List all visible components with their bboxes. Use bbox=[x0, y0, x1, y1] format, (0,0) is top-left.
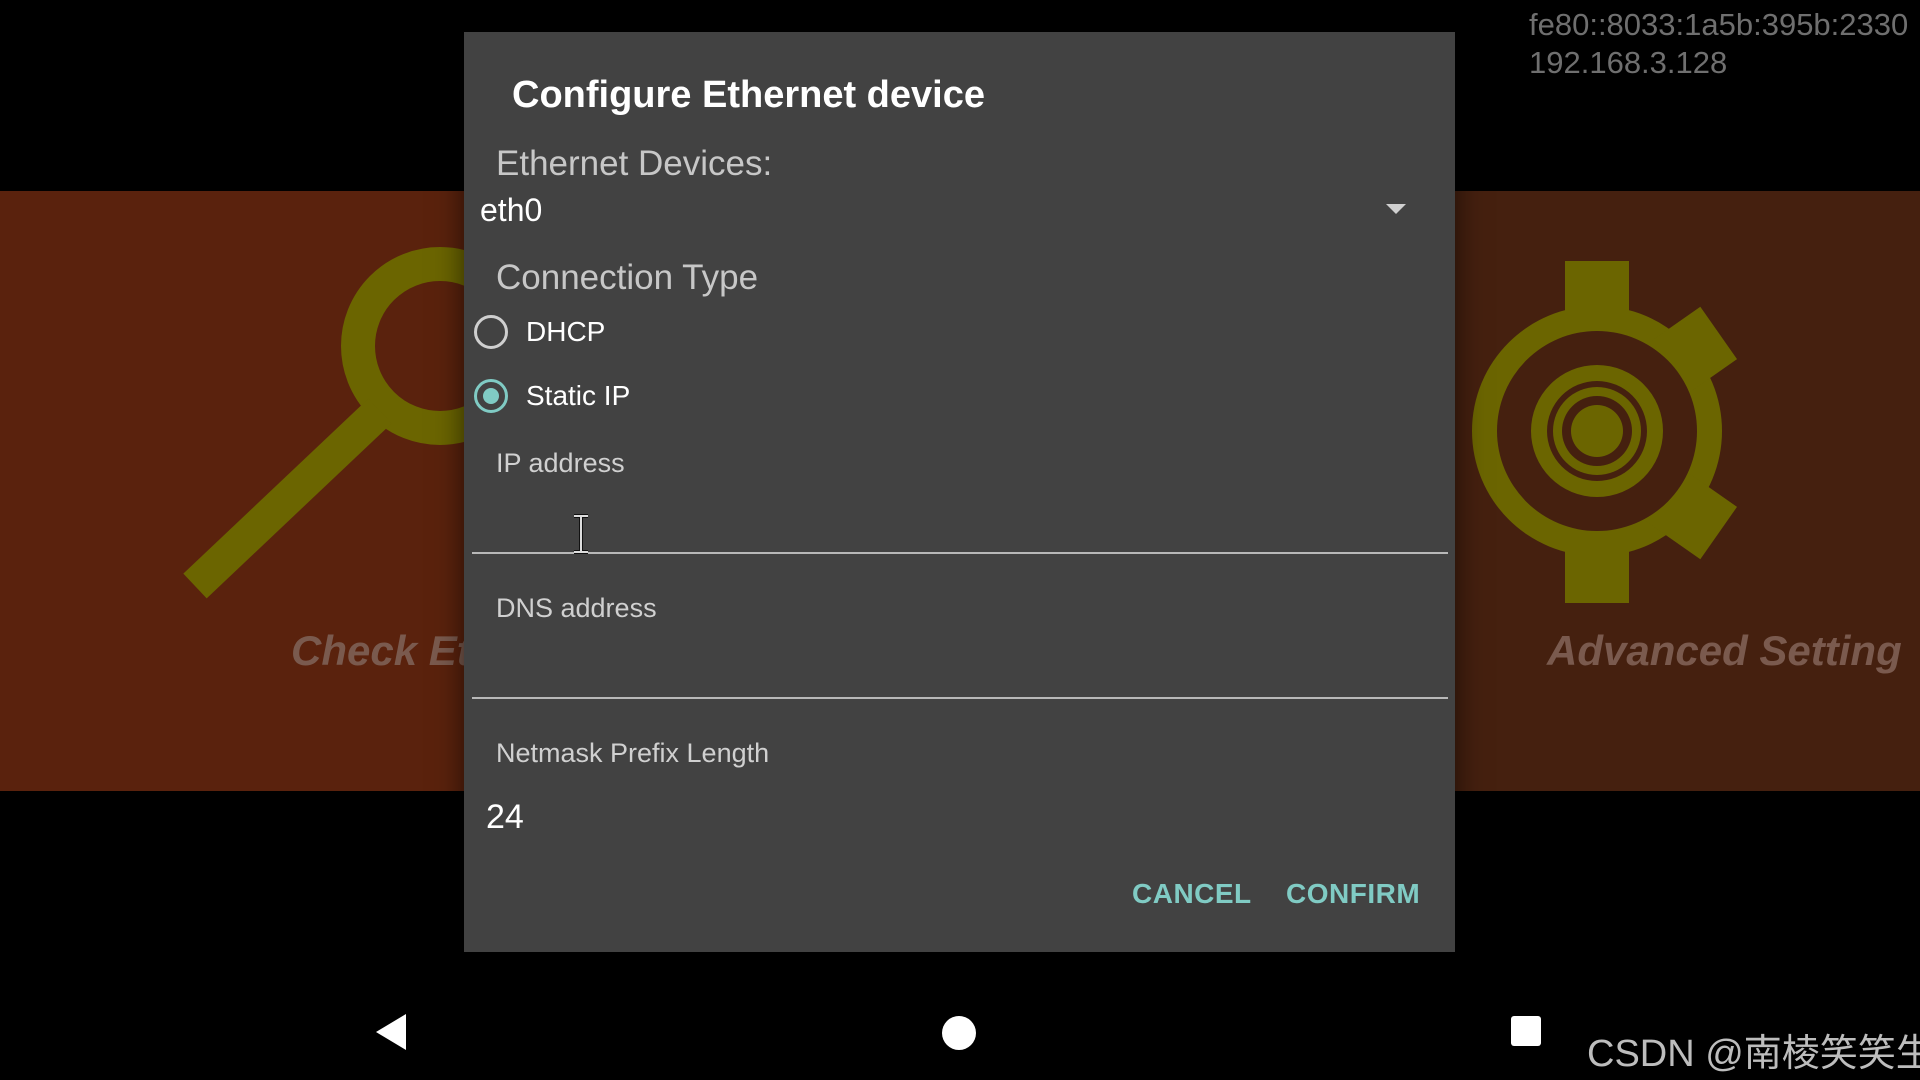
watermark: CSDN @南棱笑笑生 bbox=[1587, 1033, 1920, 1075]
netmask-label: Netmask Prefix Length bbox=[496, 738, 770, 768]
netmask-input[interactable] bbox=[472, 787, 1448, 847]
home-icon[interactable] bbox=[942, 1016, 976, 1050]
advanced-setting-card[interactable]: Advanced Setting bbox=[1455, 191, 1920, 791]
dropdown-arrow-icon[interactable] bbox=[1386, 204, 1406, 214]
radio-checked-icon[interactable] bbox=[474, 379, 508, 413]
recents-icon[interactable] bbox=[1511, 1016, 1541, 1046]
check-ethernet-label: Check Eth bbox=[291, 627, 465, 674]
text-cursor-icon bbox=[574, 514, 588, 554]
dialog-title: Configure Ethernet device bbox=[512, 74, 985, 116]
ipv6-address: fe80::8033:1a5b:395b:2330 bbox=[1529, 7, 1909, 42]
gear-icon bbox=[1472, 261, 1738, 603]
magnifier-icon bbox=[183, 247, 465, 599]
ip-address-label: IP address bbox=[496, 448, 625, 478]
ethernet-device-spinner[interactable]: eth0 bbox=[472, 178, 1432, 242]
radio-dhcp-label: DHCP bbox=[526, 316, 606, 347]
radio-static-ip[interactable]: Static IP bbox=[474, 368, 630, 424]
confirm-button[interactable]: CONFIRM bbox=[1286, 878, 1420, 910]
ip-info: fe80::8033:1a5b:395b:2330 192.168.3.128 bbox=[1529, 6, 1908, 82]
ip-address-input[interactable] bbox=[472, 494, 1448, 554]
radio-unchecked-icon[interactable] bbox=[474, 315, 508, 349]
ipv4-address: 192.168.3.128 bbox=[1529, 45, 1728, 80]
dns-address-label: DNS address bbox=[496, 593, 657, 623]
configure-ethernet-dialog: Configure Ethernet device Ethernet Devic… bbox=[464, 32, 1455, 952]
advanced-setting-label: Advanced Setting bbox=[1547, 627, 1902, 674]
radio-dhcp[interactable]: DHCP bbox=[474, 304, 605, 360]
screen: fe80::8033:1a5b:395b:2330 192.168.3.128 … bbox=[0, 0, 1920, 1080]
back-icon[interactable] bbox=[376, 1014, 406, 1050]
ethernet-device-value: eth0 bbox=[480, 191, 543, 228]
cancel-button[interactable]: CANCEL bbox=[1132, 878, 1252, 910]
dns-address-input[interactable] bbox=[472, 639, 1448, 699]
radio-static-ip-label: Static IP bbox=[526, 380, 631, 411]
connection-type-label: Connection Type bbox=[496, 258, 759, 297]
check-ethernet-card[interactable]: Check Eth bbox=[0, 191, 465, 791]
